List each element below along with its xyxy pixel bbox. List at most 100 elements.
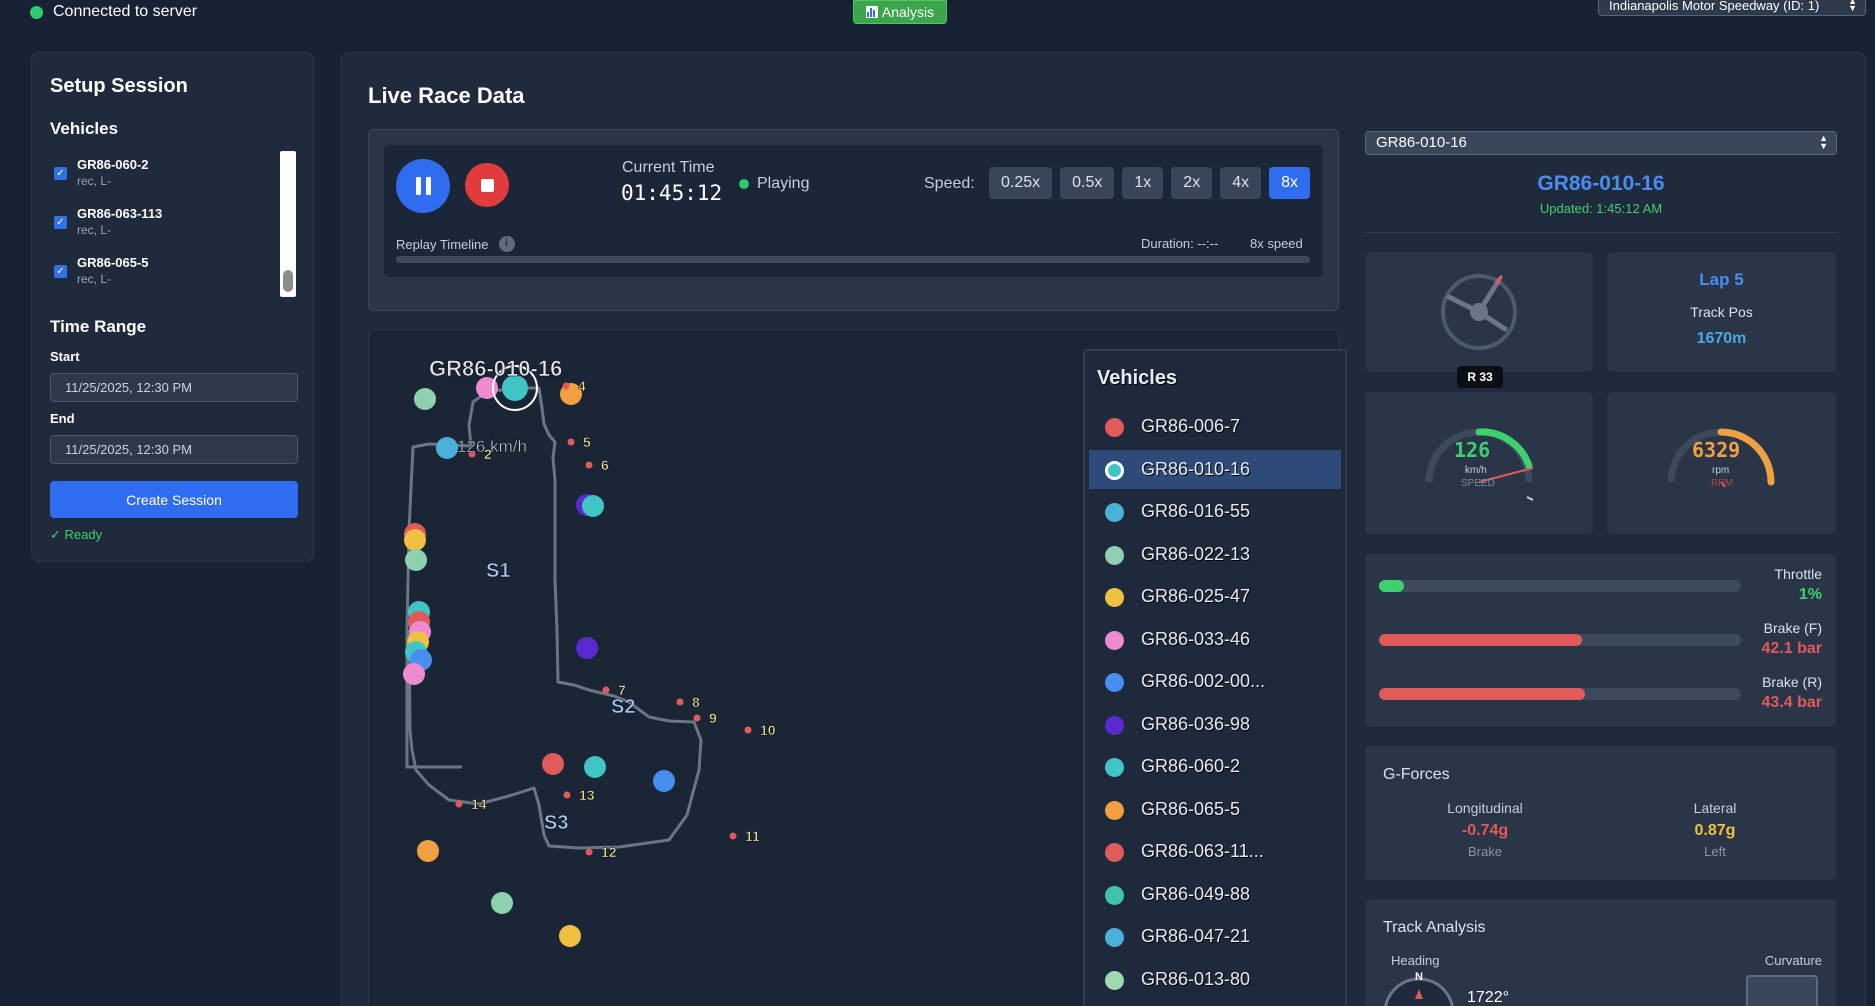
compass-north: N [1415, 971, 1423, 983]
turn-label: 11 [745, 828, 760, 844]
legend-item[interactable]: GR86-025-47 [1089, 577, 1341, 616]
rpm-value: 6329 [1692, 438, 1741, 462]
legend-item[interactable]: GR86-033-46 [1089, 620, 1341, 659]
info-icon[interactable]: i [498, 236, 515, 252]
replay-timeline-slider[interactable] [396, 256, 1310, 263]
speed-button[interactable]: 1x [1122, 167, 1164, 199]
car-color-dot-icon [1105, 418, 1124, 437]
legend-item[interactable]: GR86-063-11... [1089, 832, 1341, 871]
legend-item[interactable]: GR86-016-55 [1089, 492, 1341, 531]
legend-item[interactable]: GR86-002-00... [1089, 662, 1341, 701]
car-marker[interactable] [559, 925, 581, 947]
car-marker[interactable] [653, 770, 675, 792]
throttle-label: Throttle [1774, 566, 1822, 582]
track-analysis-title: Track Analysis [1383, 919, 1486, 936]
track-select-value: Indianapolis Motor Speedway (ID: 1) [1609, 0, 1820, 13]
pause-icon [415, 177, 421, 195]
timeline-label-text: Replay Timeline [396, 236, 489, 252]
vehicle-list-scrollbar[interactable] [280, 151, 296, 297]
car-marker[interactable] [414, 388, 436, 410]
checkbox-checked-icon[interactable]: ✓ [54, 216, 67, 229]
legend-item[interactable]: GR86-065-5 [1089, 790, 1341, 829]
vehicle-item[interactable]: ✓ GR86-063-113 rec, L- [50, 200, 270, 244]
car-color-dot-icon [1105, 885, 1124, 905]
vehicle-item[interactable]: ✓ GR86-060-2 rec, L- [50, 151, 270, 195]
start-datetime-input[interactable]: 11/25/2025, 12:30 PM [50, 373, 298, 402]
car-marker[interactable] [491, 892, 513, 914]
car-marker[interactable] [404, 529, 426, 551]
car-marker[interactable] [405, 549, 427, 571]
legend-item[interactable]: GR86-028-88 [1089, 1002, 1341, 1006]
legend-item[interactable]: GR86-022-13 [1089, 535, 1341, 574]
speed-button-active[interactable]: 8x [1269, 167, 1311, 199]
vehicle-checklist[interactable]: ✓ GR86-060-2 rec, L- ✓ GR86-063-113 rec,… [50, 151, 298, 297]
speed-button[interactable]: 4x [1220, 167, 1262, 199]
turn-label: 6 [601, 457, 609, 473]
longitudinal-label: Longitudinal [1447, 800, 1523, 816]
legend-item-label: GR86-025-47 [1141, 586, 1251, 606]
steering-angle-badge: R 33 [1457, 366, 1503, 388]
legend-item[interactable]: GR86-047-21 [1089, 917, 1341, 956]
throttle-value: 1% [1798, 586, 1822, 603]
longitudinal-sub: Brake [1468, 844, 1502, 859]
brake-rear-value: 43.4 bar [1761, 694, 1822, 711]
speed-unit: km/h [1465, 465, 1487, 476]
car-marker[interactable] [584, 756, 606, 778]
lateral-label: Lateral [1693, 800, 1737, 816]
gforces-card: G-Forces Longitudinal -0.74g Brake Later… [1365, 746, 1836, 880]
car-marker[interactable] [417, 840, 439, 862]
legend-item[interactable]: GR86-013-80 [1089, 960, 1341, 999]
turn-marker [676, 698, 684, 706]
create-session-button[interactable]: Create Session [50, 481, 298, 518]
select-arrows-icon: ▲ ▼ [1819, 133, 1828, 151]
pause-button[interactable] [396, 159, 450, 213]
curvature-box [1746, 975, 1818, 1006]
speed-button[interactable]: 2x [1171, 167, 1213, 199]
lateral-gforce: Lateral 0.87g Left [1655, 800, 1775, 859]
legend-item-label: GR86-065-5 [1141, 798, 1241, 819]
curvature-label: Curvature [1764, 953, 1822, 968]
track-select[interactable]: Indianapolis Motor Speedway (ID: 1) ▲ ▼ [1598, 0, 1866, 16]
legend-item[interactable]: GR86-049-88 [1089, 875, 1341, 914]
legend-item[interactable]: GR86-060-2 [1089, 747, 1341, 786]
track-map-panel: 2 4 5 6 7 8 9 10 11 12 13 14 GR86-010-16 126 km/h S… [368, 329, 1347, 1006]
legend-item-label: GR86-002-00... [1141, 671, 1266, 691]
turn-marker [455, 800, 463, 808]
current-time-value: 01:45:12 [621, 181, 723, 205]
legend-item[interactable]: GR86-010-16 [1089, 449, 1341, 489]
track-pos-value: 1670m [1696, 330, 1747, 347]
car-marker[interactable] [436, 437, 458, 459]
legend-item-label: GR86-063-11... [1141, 841, 1264, 861]
scrollbar-thumb[interactable] [283, 270, 293, 292]
brake-front-bar [1379, 634, 1741, 646]
focus-speed-label: 126 km/h [457, 437, 527, 456]
end-datetime-input[interactable]: 11/25/2025, 12:30 PM [50, 435, 298, 464]
track-map[interactable]: 24567891011121314 GR86-010-16 126 km/h S… [369, 330, 1069, 1006]
turn-label: 9 [709, 710, 717, 726]
speed-button[interactable]: 0.5x [1060, 167, 1115, 199]
longitudinal-gforce: Longitudinal -0.74g Brake [1425, 800, 1545, 859]
sector-label: S1 [486, 560, 510, 582]
car-marker[interactable] [576, 637, 598, 659]
car-marker[interactable] [542, 753, 564, 775]
vehicle-name: GR86-063-113 [77, 206, 163, 221]
car-select[interactable]: GR86-010-16 ▲ ▼ [1365, 131, 1837, 155]
heading-label: Heading [1391, 953, 1440, 968]
speed-button[interactable]: 0.25x [989, 167, 1053, 199]
vehicle-item[interactable]: ✓ GR86-065-5 rec, L- [50, 249, 270, 293]
checkbox-checked-icon[interactable]: ✓ [54, 167, 67, 180]
legend-item-label: GR86-013-80 [1141, 968, 1251, 989]
rpm-unit: rpm [1712, 465, 1730, 476]
analysis-button[interactable]: Analysis [853, 0, 947, 24]
legend-item-label: GR86-022-13 [1141, 543, 1251, 564]
analysis-label: Analysis [881, 4, 935, 20]
legend-item[interactable]: GR86-006-7 [1089, 407, 1341, 446]
car-marker[interactable] [582, 495, 604, 517]
legend-item[interactable]: GR86-036-98 [1089, 705, 1341, 744]
turn-marker [563, 791, 571, 799]
car-marker[interactable] [403, 663, 425, 685]
stop-button[interactable] [465, 163, 509, 207]
car-color-dot-icon [1105, 715, 1124, 735]
checkbox-checked-icon[interactable]: ✓ [54, 265, 67, 278]
connection-status: Connected to server [30, 3, 197, 21]
